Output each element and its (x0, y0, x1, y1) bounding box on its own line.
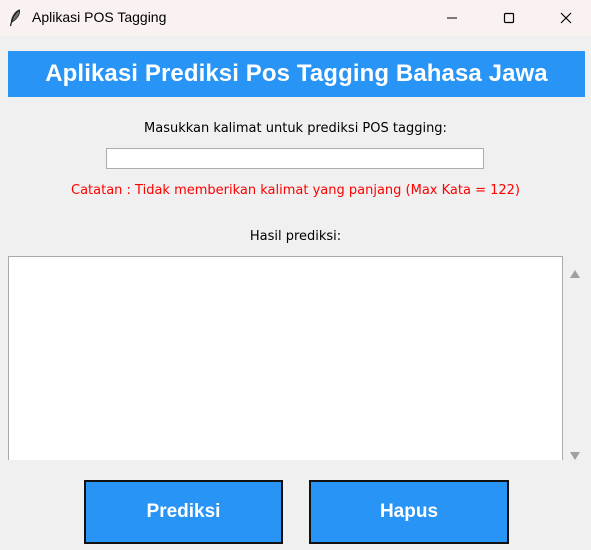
header-banner: Aplikasi Prediksi Pos Tagging Bahasa Jaw… (8, 51, 585, 97)
result-scrollbar[interactable] (565, 256, 585, 460)
page-title: Aplikasi Prediksi Pos Tagging Bahasa Jaw… (45, 60, 548, 87)
result-label: Hasil prediksi: (249, 229, 342, 244)
window-title: Aplikasi POS Tagging (32, 9, 167, 25)
sentence-input[interactable] (106, 148, 484, 169)
close-icon (560, 9, 572, 28)
title-bar: Aplikasi POS Tagging (0, 0, 591, 36)
clear-button[interactable]: Hapus (309, 480, 509, 544)
scroll-down-icon[interactable] (570, 445, 580, 464)
maximize-button[interactable] (484, 0, 534, 36)
input-label: Masukkan kalimat untuk prediksi POS tagg… (144, 121, 447, 136)
scroll-up-icon[interactable] (570, 263, 580, 282)
note-text: Catatan : Tidak memberikan kalimat yang … (71, 183, 520, 198)
result-textarea[interactable] (8, 256, 563, 460)
maximize-icon (503, 9, 515, 28)
predict-button[interactable]: Prediksi (84, 480, 283, 544)
minimize-icon (446, 9, 458, 28)
close-button[interactable] (541, 0, 591, 36)
feather-icon (7, 9, 23, 27)
minimize-button[interactable] (427, 0, 477, 36)
